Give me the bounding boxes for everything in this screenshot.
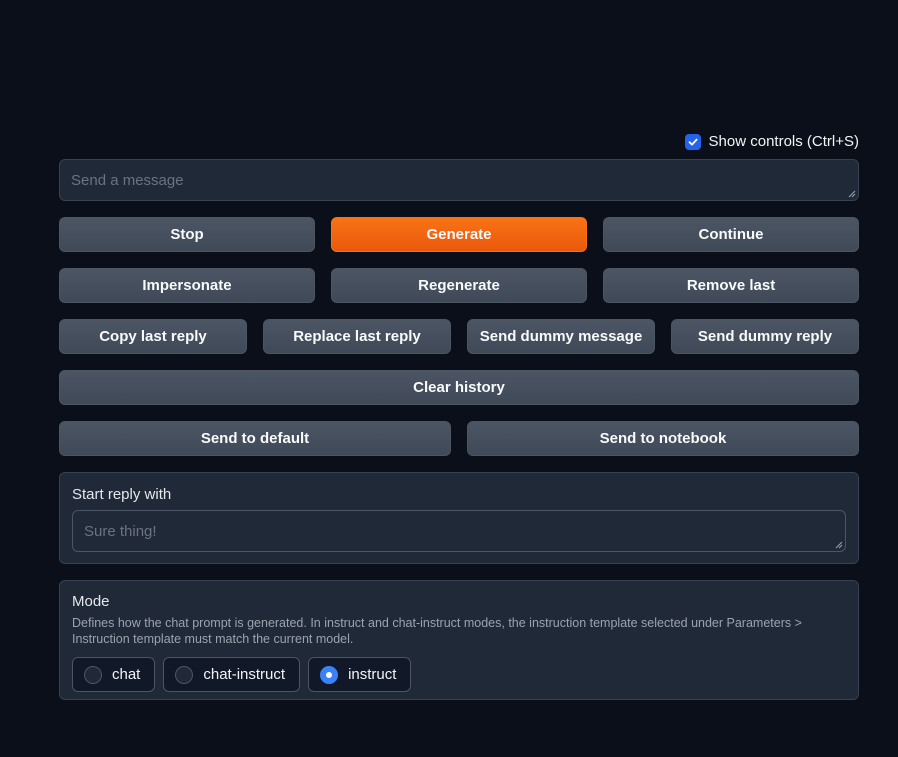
button-row-secondary: Impersonate Regenerate Remove last — [59, 268, 859, 303]
copy-last-reply-button[interactable]: Copy last reply — [59, 319, 247, 354]
send-dummy-message-button[interactable]: Send dummy message — [467, 319, 655, 354]
mode-option-label: instruct — [348, 666, 397, 683]
check-icon — [688, 138, 698, 145]
regenerate-button[interactable]: Regenerate — [331, 268, 587, 303]
message-input[interactable] — [60, 160, 858, 200]
mode-option-label: chat-instruct — [203, 666, 286, 683]
mode-option-label: chat — [112, 666, 141, 683]
button-row-primary: Stop Generate Continue — [59, 217, 859, 252]
button-row-clear: Clear history — [59, 370, 859, 405]
mode-label: Mode — [72, 593, 110, 610]
button-row-send-to: Send to default Send to notebook — [59, 421, 859, 456]
mode-option-instruct[interactable]: instruct — [308, 657, 412, 692]
continue-button[interactable]: Continue — [603, 217, 859, 252]
mode-panel: Mode Defines how the chat prompt is gene… — [59, 580, 859, 700]
send-to-default-button[interactable]: Send to default — [59, 421, 451, 456]
clear-history-button[interactable]: Clear history — [59, 370, 859, 405]
start-reply-box — [72, 510, 846, 552]
radio-icon[interactable] — [84, 665, 102, 684]
mode-option-chat-instruct[interactable]: chat-instruct — [163, 657, 301, 692]
start-reply-label: Start reply with — [72, 486, 172, 503]
mode-option-chat[interactable]: chat — [72, 657, 156, 692]
resize-handle-icon[interactable] — [835, 541, 843, 549]
start-reply-input[interactable] — [73, 511, 845, 551]
resize-handle-icon[interactable] — [848, 190, 856, 198]
send-dummy-reply-button[interactable]: Send dummy reply — [671, 319, 859, 354]
radio-selected-icon[interactable] — [320, 665, 339, 684]
replace-last-reply-button[interactable]: Replace last reply — [263, 319, 451, 354]
show-controls-checkbox[interactable] — [684, 133, 701, 150]
button-row-reply-tools: Copy last reply Replace last reply Send … — [59, 319, 859, 354]
mode-description: Defines how the chat prompt is generated… — [72, 616, 802, 646]
start-reply-panel: Start reply with — [59, 472, 859, 564]
mode-radio-group: chat chat-instruct instruct — [72, 657, 846, 692]
message-box — [59, 159, 859, 201]
remove-last-button[interactable]: Remove last — [603, 268, 859, 303]
radio-icon[interactable] — [175, 665, 194, 684]
generate-button[interactable]: Generate — [331, 217, 587, 252]
send-to-notebook-button[interactable]: Send to notebook — [467, 421, 859, 456]
show-controls-toggle[interactable]: Show controls (Ctrl+S) — [684, 133, 859, 150]
stop-button[interactable]: Stop — [59, 217, 315, 252]
impersonate-button[interactable]: Impersonate — [59, 268, 315, 303]
show-controls-label: Show controls (Ctrl+S) — [708, 133, 859, 150]
